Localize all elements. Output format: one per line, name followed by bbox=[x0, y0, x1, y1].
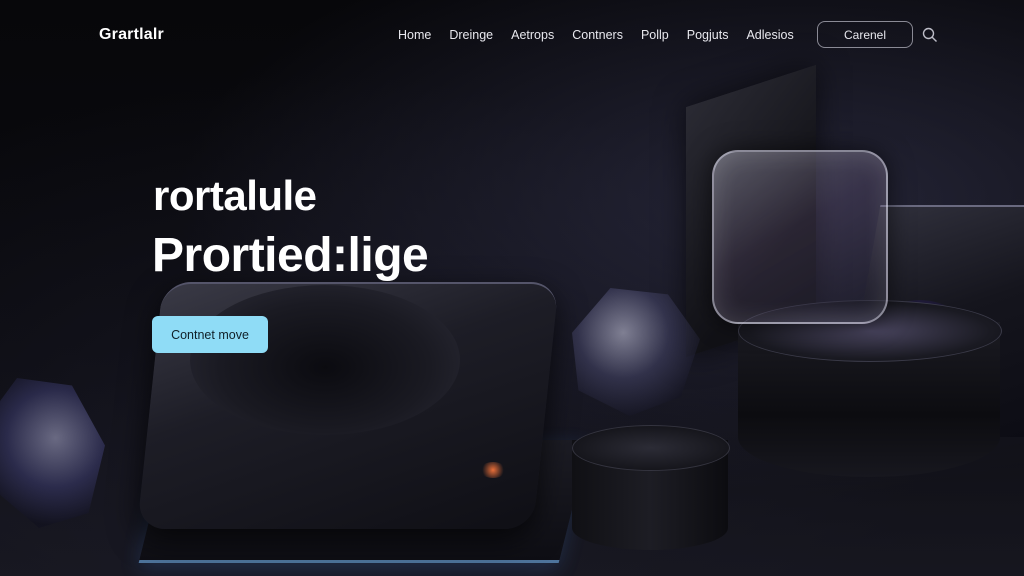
search-input[interactable]: Carenel bbox=[817, 21, 913, 48]
nav-item-6[interactable]: Pogjuts bbox=[687, 28, 729, 42]
small-cylinder-top bbox=[572, 425, 730, 471]
nav-item-5[interactable]: Pollp bbox=[641, 28, 669, 42]
hero-title-line1: rortalule bbox=[153, 172, 317, 219]
site-logo[interactable]: Grartlalr bbox=[99, 26, 164, 44]
bowl-dish bbox=[190, 285, 460, 435]
nav-item-2[interactable]: Dreinge bbox=[449, 28, 493, 42]
search-icon[interactable] bbox=[922, 27, 938, 43]
main-nav: Home Dreinge Aetrops Contners Pollp Pogj… bbox=[398, 28, 812, 42]
search-input-value: Carenel bbox=[843, 27, 887, 42]
orange-glow bbox=[480, 462, 506, 478]
cta-button[interactable]: Contnet move bbox=[152, 316, 268, 353]
nav-item-3[interactable]: Aetrops bbox=[511, 28, 554, 42]
nav-item-4[interactable]: Contners bbox=[572, 28, 623, 42]
nav-item-7[interactable]: Adlesios bbox=[746, 28, 793, 42]
hero-title-line2: Prortied:lige bbox=[152, 229, 429, 282]
glass-block-shape bbox=[712, 150, 888, 324]
nav-item-home[interactable]: Home bbox=[398, 28, 431, 42]
